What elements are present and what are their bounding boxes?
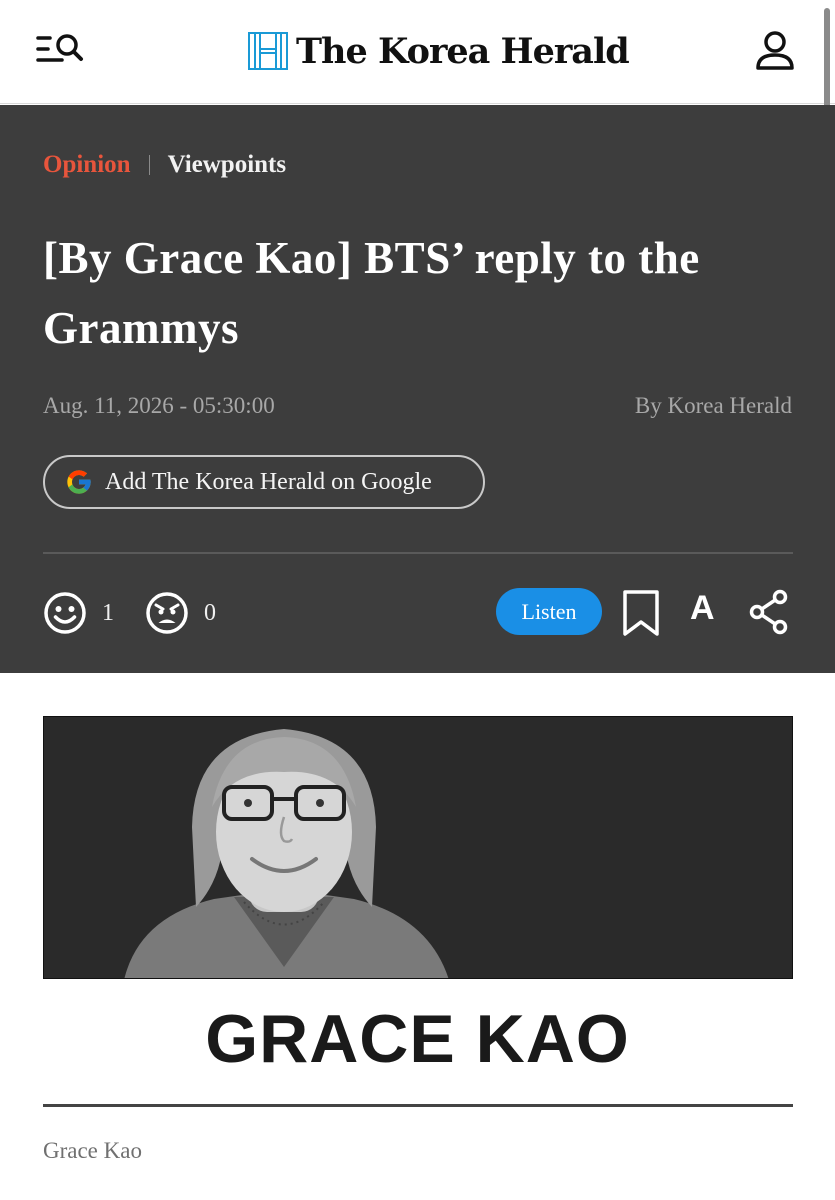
smiley-face-icon [44,592,86,634]
angry-count: 0 [204,599,216,626]
top-navigation-bar: The Korea Herald [0,0,835,116]
image-bottom-rule [43,1104,793,1107]
bookmark-icon [623,590,659,636]
logo-text: The Korea Herald [296,30,630,72]
breadcrumb: Opinion Viewpoints [43,151,286,179]
bookmark-button[interactable] [622,589,660,642]
add-on-google-button[interactable]: Add The Korea Herald on Google [43,455,485,509]
google-g-icon [67,470,91,494]
korea-herald-logo-icon [248,32,288,70]
byline: By Korea Herald [634,393,792,418]
site-logo[interactable]: The Korea Herald [248,28,630,74]
font-size-button[interactable]: A [690,589,715,628]
share-button[interactable] [749,589,789,640]
author-photo [43,716,793,979]
breadcrumb-separator [148,155,150,175]
user-account-button[interactable] [754,30,796,72]
scrollbar-thumb[interactable] [824,8,830,116]
author-name-banner: GRACE KAO [205,1001,630,1077]
angry-face-icon [146,592,188,634]
photo-caption: Grace Kao [43,1138,142,1163]
header-divider [43,552,793,554]
breadcrumb-opinion-link[interactable]: Opinion [43,151,131,179]
user-icon [756,31,794,70]
article-title: [By Grace Kao] BTS’ reply to the Grammys [43,233,700,353]
menu-search-button[interactable] [36,30,86,70]
breadcrumb-viewpoints-link[interactable]: Viewpoints [168,151,287,179]
author-portrait [44,717,792,978]
like-count: 1 [102,599,114,626]
menu-search-icon [36,34,83,62]
share-icon [749,589,788,635]
article-header: Opinion Viewpoints [By Grace Kao] BTS’ r… [0,105,835,673]
like-reaction-button[interactable]: 1 [42,590,114,636]
add-on-google-label: Add The Korea Herald on Google [105,468,432,495]
publish-date: Aug. 11, 2026 - 05:30:00 [43,393,275,418]
angry-reaction-button[interactable]: 0 [144,590,216,636]
listen-button[interactable]: Listen [496,588,602,635]
